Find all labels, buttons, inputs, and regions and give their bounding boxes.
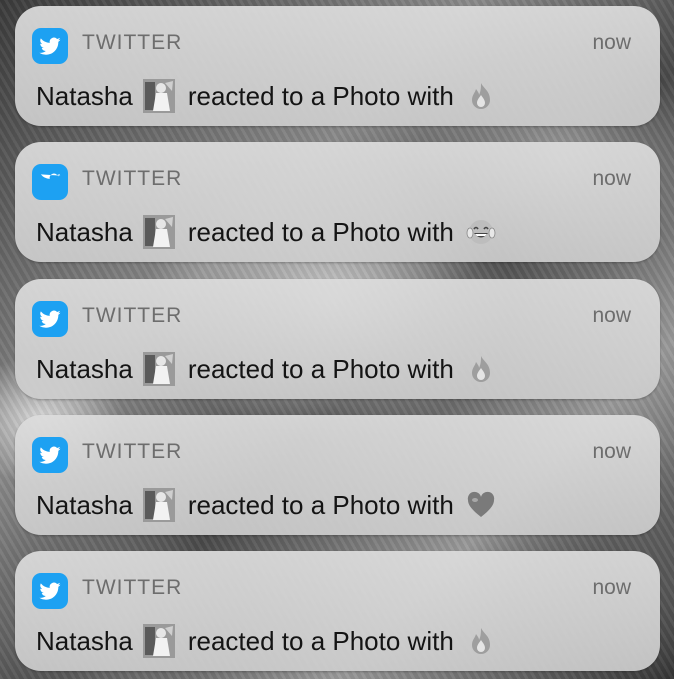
timestamp: now — [592, 304, 631, 327]
heart-emoji-icon — [466, 490, 496, 520]
sender-name: Natasha — [36, 80, 133, 111]
notification-card[interactable]: TWITTER now Natasha reacted to a Photo w… — [15, 142, 660, 262]
app-name: TWITTER — [82, 31, 183, 54]
twitter-icon — [32, 28, 68, 64]
notification-body: Natasha reacted to a Photo with — [36, 352, 496, 386]
twitter-icon — [32, 437, 68, 473]
timestamp: now — [592, 167, 631, 190]
app-name: TWITTER — [82, 304, 183, 327]
twitter-icon — [32, 164, 68, 200]
app-name: TWITTER — [82, 576, 183, 599]
person-emoji-icon — [142, 488, 175, 522]
timestamp: now — [592, 576, 631, 599]
person-emoji-icon — [142, 624, 175, 658]
notification-text: reacted to a Photo with — [187, 625, 454, 656]
notification-text: reacted to a Photo with — [187, 353, 454, 384]
notification-text: reacted to a Photo with — [187, 489, 454, 520]
notification-body: Natasha reacted to a Photo with — [36, 488, 496, 522]
sender-name: Natasha — [36, 353, 133, 384]
fire-emoji-icon — [466, 626, 496, 656]
notification-text: reacted to a Photo with — [187, 80, 454, 111]
timestamp: now — [592, 440, 631, 463]
person-emoji-icon — [142, 352, 175, 386]
person-emoji-icon — [142, 215, 175, 249]
twitter-icon — [32, 301, 68, 337]
notification-text: reacted to a Photo with — [187, 216, 454, 247]
app-name: TWITTER — [82, 440, 183, 463]
notification-card[interactable]: TWITTER now Natasha reacted to a Photo w… — [15, 415, 660, 535]
fire-emoji-icon — [466, 81, 496, 111]
twitter-icon — [32, 573, 68, 609]
app-name: TWITTER — [82, 167, 183, 190]
sender-name: Natasha — [36, 625, 133, 656]
notification-body: Natasha reacted to a Photo with — [36, 79, 496, 113]
timestamp: now — [592, 31, 631, 54]
notification-body: Natasha reacted to a Photo with — [36, 215, 496, 249]
sender-name: Natasha — [36, 216, 133, 247]
sender-name: Natasha — [36, 489, 133, 520]
fire-emoji-icon — [466, 354, 496, 384]
tears-of-joy-emoji-icon — [466, 217, 496, 247]
notification-body: Natasha reacted to a Photo with — [36, 624, 496, 658]
notification-card[interactable]: TWITTER now Natasha reacted to a Photo w… — [15, 6, 660, 126]
person-emoji-icon — [142, 79, 175, 113]
notification-card[interactable]: TWITTER now Natasha reacted to a Photo w… — [15, 551, 660, 671]
notification-card[interactable]: TWITTER now Natasha reacted to a Photo w… — [15, 279, 660, 399]
